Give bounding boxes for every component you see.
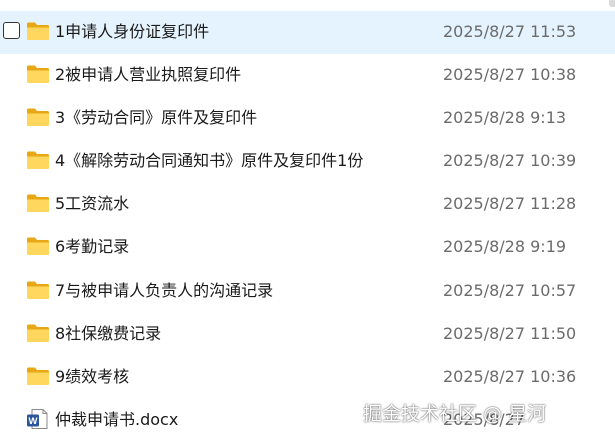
svg-text:W: W <box>29 416 38 427</box>
row-checkbox[interactable] <box>3 22 20 39</box>
file-row[interactable]: 8社保缴费记录 2025/8/27 11:50 <box>0 313 615 356</box>
folder-icon <box>27 237 49 256</box>
word-doc-icon: W <box>27 408 48 429</box>
file-modified-date: 2025/8/27 10:38 <box>443 65 577 85</box>
folder-icon <box>27 324 49 342</box>
file-modified-date: 2025/8/27 10:36 <box>443 366 577 386</box>
file-name[interactable]: 5工资流水 <box>55 193 129 215</box>
file-list: 1申请人身份证复印件 2025/8/27 11:53 2被申请人营业执照复印件 … <box>0 11 615 442</box>
file-row[interactable]: 9绩效考核 2025/8/27 10:36 <box>0 356 615 399</box>
file-row[interactable]: 2被申请人营业执照复印件 2025/8/27 10:38 <box>0 54 615 97</box>
file-name[interactable]: 7与被申请人负责人的沟通记录 <box>55 280 273 302</box>
file-modified-date: 2025/8/27 10:39 <box>443 151 577 171</box>
file-row[interactable]: 5工资流水 2025/8/27 11:28 <box>0 183 615 226</box>
file-modified-date: 2025/8/27 11:28 <box>443 194 577 214</box>
file-modified-date: 2025/8/28 9:13 <box>443 108 567 128</box>
file-modified-date: 2025/8/27 11:53 <box>443 22 577 41</box>
file-name[interactable]: 4《解除劳动合同通知书》原件及复印件1份 <box>55 150 363 172</box>
file-row[interactable]: 7与被申请人负责人的沟通记录 2025/8/27 10:57 <box>0 270 615 313</box>
file-name[interactable]: 8社保缴费记录 <box>55 323 161 345</box>
file-modified-date: 2025/8/27 10:57 <box>443 280 577 300</box>
folder-icon <box>27 281 49 299</box>
file-name[interactable]: 仲裁申请书.docx <box>55 409 178 431</box>
folder-icon <box>27 367 49 385</box>
file-name[interactable]: 2被申请人营业执照复印件 <box>55 64 241 86</box>
file-row[interactable]: 3《劳动合同》原件及复印件 2025/8/28 9:13 <box>0 97 615 140</box>
folder-icon <box>27 151 49 170</box>
folder-icon <box>27 65 49 84</box>
folder-icon <box>27 22 49 40</box>
file-modified-date: 2025/8/27 11:50 <box>443 323 577 343</box>
file-row[interactable]: 4《解除劳动合同通知书》原件及复印件1份 2025/8/27 10:39 <box>0 140 615 183</box>
file-row[interactable]: 6考勤记录 2025/8/28 9:19 <box>0 226 615 269</box>
watermark: 掘金技术社区 @ 星河 <box>363 403 547 425</box>
file-name[interactable]: 3《劳动合同》原件及复印件 <box>55 107 257 129</box>
scrollbar-thumb[interactable] <box>609 0 615 7</box>
folder-icon <box>27 194 49 213</box>
file-name[interactable]: 1申请人身份证复印件 <box>55 21 209 43</box>
file-modified-date: 2025/8/28 9:19 <box>443 237 567 257</box>
file-name[interactable]: 6考勤记录 <box>55 236 129 258</box>
file-row[interactable]: 1申请人身份证复印件 2025/8/27 11:53 <box>0 11 615 55</box>
file-name[interactable]: 9绩效考核 <box>55 366 129 388</box>
folder-icon <box>27 108 49 127</box>
